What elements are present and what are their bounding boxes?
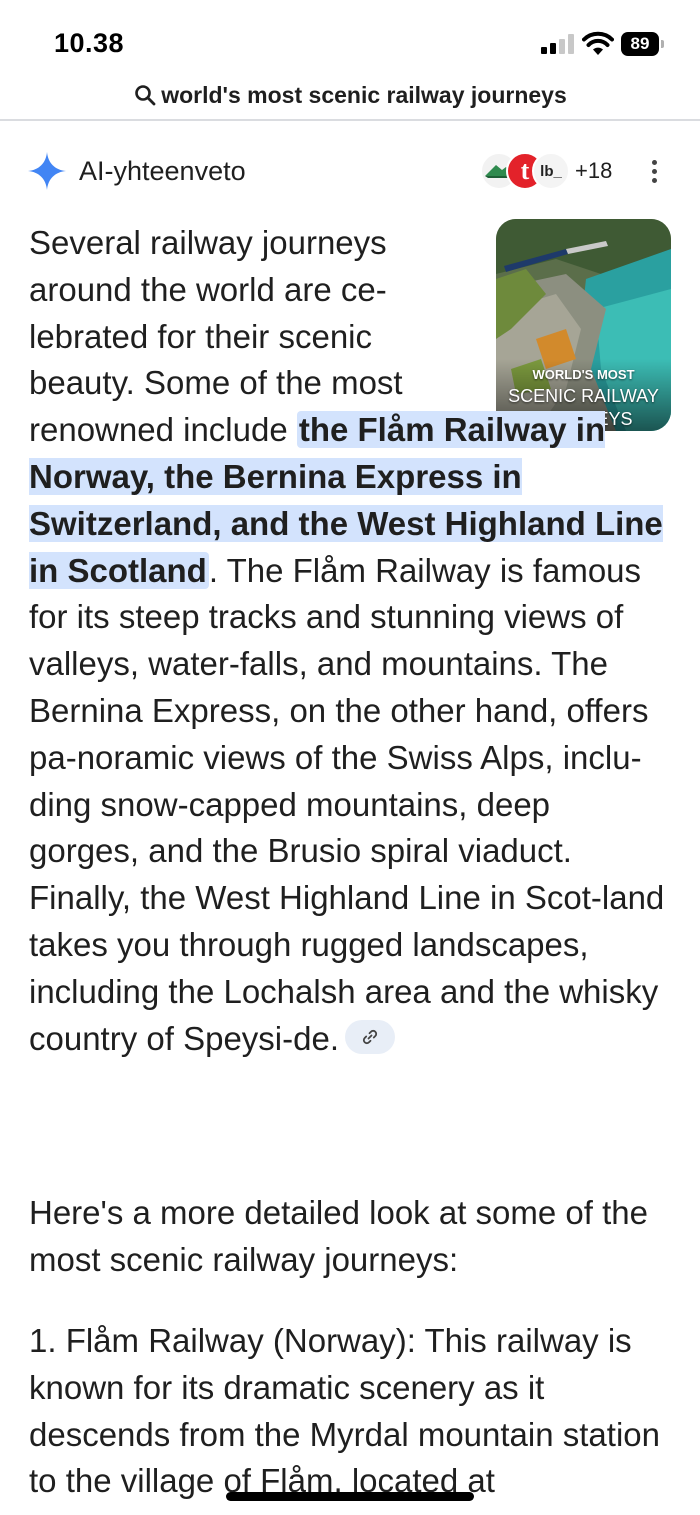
search-query-text: world's most scenic railway journeys [161, 81, 567, 108]
list-item: 1. Flåm Railway (Norway): This railway i… [29, 1322, 660, 1500]
ai-overview-title: AI-yhteenveto [79, 156, 246, 186]
source-avatars[interactable]: t lb_ +18 [480, 148, 640, 194]
status-bar: 10.38 89 [0, 0, 700, 68]
battery-level: 89 [621, 32, 659, 56]
intro-line: lebrated for their scenic [29, 317, 373, 355]
ai-overview-paragraph: Several railway journeys around the worl… [29, 220, 669, 1062]
lb-logo-icon[interactable]: lb_ [532, 152, 570, 190]
intro-line: Several railway journeys [29, 224, 387, 261]
battery-icon: 89 [621, 32, 664, 56]
intro-line: around the world are ce- [29, 270, 387, 308]
more-options-icon[interactable] [642, 156, 668, 186]
sources-count[interactable]: +18 [575, 158, 612, 184]
home-indicator[interactable] [226, 1492, 474, 1501]
intro-line: beauty. Some of the most [29, 364, 403, 402]
wifi-icon [582, 31, 614, 55]
link-icon [362, 1029, 378, 1044]
header-divider [0, 119, 700, 121]
source-link-button[interactable] [345, 1019, 395, 1054]
status-time: 10.38 [54, 28, 125, 58]
search-query-bar[interactable]: world's most scenic railway journeys [0, 70, 700, 120]
intro-line: renowned include [29, 411, 297, 449]
ai-overview-header: AI-yhteenveto t lb_ +18 [28, 148, 672, 194]
search-icon [135, 85, 156, 106]
overview-body-text: . The Flåm Railway is famous for its ste… [29, 551, 665, 1057]
detail-intro-text: Here's a more detailed look at some of t… [29, 1194, 648, 1278]
cellular-signal-icon [541, 34, 575, 54]
gemini-sparkle-icon [28, 152, 66, 190]
